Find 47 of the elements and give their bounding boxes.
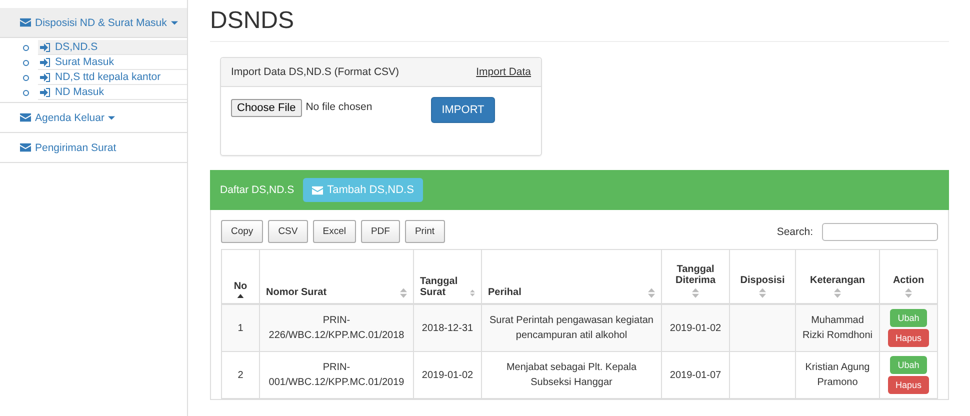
choose-file-button[interactable]: Choose File <box>231 99 302 117</box>
sidebar-subitem[interactable]: Surat Masuk <box>38 55 187 70</box>
sign-in-icon <box>40 88 50 96</box>
export-button[interactable]: Print <box>404 220 445 243</box>
table-cell: 1 <box>222 304 260 352</box>
sign-in-icon <box>40 42 50 52</box>
table-cell: Kristian Agung Pramono <box>796 352 880 398</box>
sidebar-menu-item[interactable]: Agenda Keluar <box>0 103 187 133</box>
table-cell: 2 <box>222 352 260 398</box>
import-data-link[interactable]: Import Data <box>476 66 531 78</box>
bullet-icon <box>23 90 29 96</box>
bullet-icon <box>23 74 29 80</box>
sidebar-subitem[interactable]: ND,S ttd kepala kantor <box>38 70 187 85</box>
envelope-icon <box>312 186 324 194</box>
sign-in-icon <box>40 58 50 66</box>
page-title: DSNDS <box>210 0 949 42</box>
table-cell: PRIN-001/WBC.12/KPP.MC.01/2019 <box>260 352 414 398</box>
search-field[interactable] <box>822 222 938 240</box>
export-button[interactable]: Copy <box>221 220 264 243</box>
envelope-icon <box>20 113 31 122</box>
bullet-icon <box>23 60 29 66</box>
sidebar-menu-item[interactable]: Disposisi ND & Surat Masuk <box>0 8 187 38</box>
table-cell: 2019-01-02 <box>662 304 730 352</box>
panel-title: Import Data DS,ND.S (Format CSV) <box>231 66 400 78</box>
sidebar-menu-item[interactable]: Pengiriman Surat <box>0 133 187 163</box>
table-cell: Menjabat sebagai Plt. Kepala Subseksi Hanggar <box>482 352 662 398</box>
table-cell: Muhammad Rizki Romdhoni <box>796 304 880 352</box>
delete-button[interactable]: Hapus <box>888 376 928 394</box>
envelope-icon <box>20 143 31 152</box>
export-button[interactable]: Excel <box>312 220 356 243</box>
sidebar-subitem[interactable]: DS,ND.S <box>38 40 187 55</box>
table-cell: PRIN-226/WBC.12/KPP.MC.01/2018 <box>260 304 414 352</box>
sidebar-subitem[interactable]: ND Masuk <box>38 85 187 100</box>
table-cell: 2018-12-31 <box>414 304 482 352</box>
file-status: No file chosen <box>306 101 374 113</box>
delete-button[interactable]: Hapus <box>888 329 928 347</box>
search-label: Search: <box>776 226 813 238</box>
envelope-icon <box>20 18 31 27</box>
table-cell: 2019-01-02 <box>414 352 482 398</box>
panel-title: Daftar DS,ND.S <box>220 184 294 196</box>
export-button[interactable]: CSV <box>268 220 308 243</box>
sign-in-icon <box>40 72 50 82</box>
table-cell: Surat Perintah pengawasan kegiatan pencampuran atil alkohol <box>482 304 662 352</box>
import-button[interactable]: IMPORT <box>430 97 496 123</box>
export-button[interactable]: PDF <box>360 220 400 243</box>
table-cell: 2019-01-07 <box>662 352 730 398</box>
bullet-icon <box>23 44 29 50</box>
